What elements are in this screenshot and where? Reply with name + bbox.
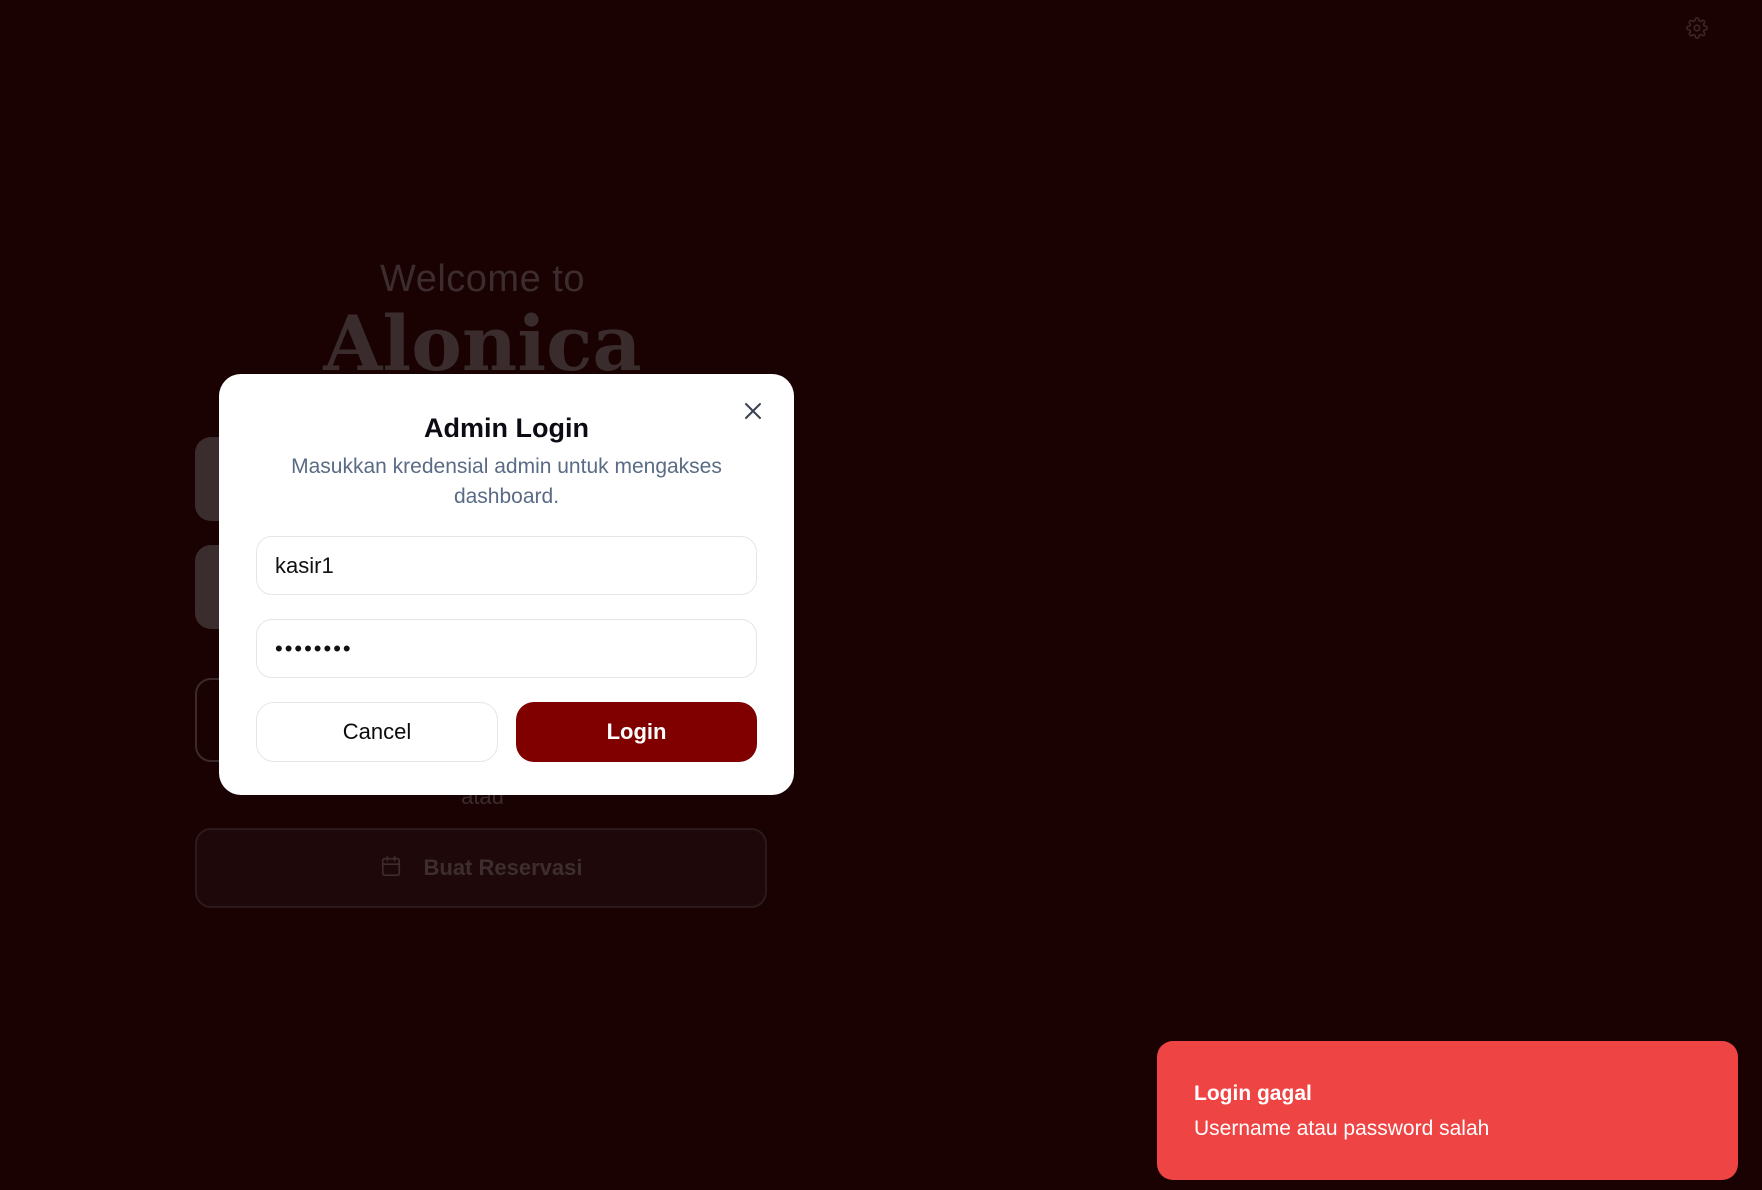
error-toast[interactable]: Login gagal Username atau password salah [1157, 1041, 1738, 1180]
gear-icon [1686, 16, 1708, 44]
password-input[interactable] [256, 619, 757, 679]
reservation-button[interactable]: Buat Reservasi [195, 828, 767, 908]
username-input[interactable] [256, 536, 757, 596]
dialog-title: Admin Login [424, 413, 589, 443]
settings-button[interactable] [1684, 16, 1710, 44]
dialog-description: Masukkan kredensial admin untuk mengakse… [291, 455, 722, 509]
toast-title: Login gagal [1194, 1082, 1312, 1105]
close-button[interactable] [740, 400, 766, 426]
cancel-button[interactable]: Cancel [256, 702, 498, 763]
close-icon [744, 402, 762, 425]
welcome-heading: Welcome to [380, 258, 585, 300]
brand-name: Alonica [323, 299, 642, 388]
page: Welcome to Alonica atau Buat Reservasi A… [0, 0, 1762, 1190]
calendar-icon [380, 855, 402, 882]
reservation-button-label: Buat Reservasi [423, 855, 583, 880]
login-button[interactable]: Login [516, 702, 757, 763]
dialog-actions: Cancel Login [256, 702, 757, 763]
admin-login-dialog: Admin Login Masukkan kredensial admin un… [219, 374, 794, 795]
toast-message: Username atau password salah [1194, 1117, 1490, 1141]
